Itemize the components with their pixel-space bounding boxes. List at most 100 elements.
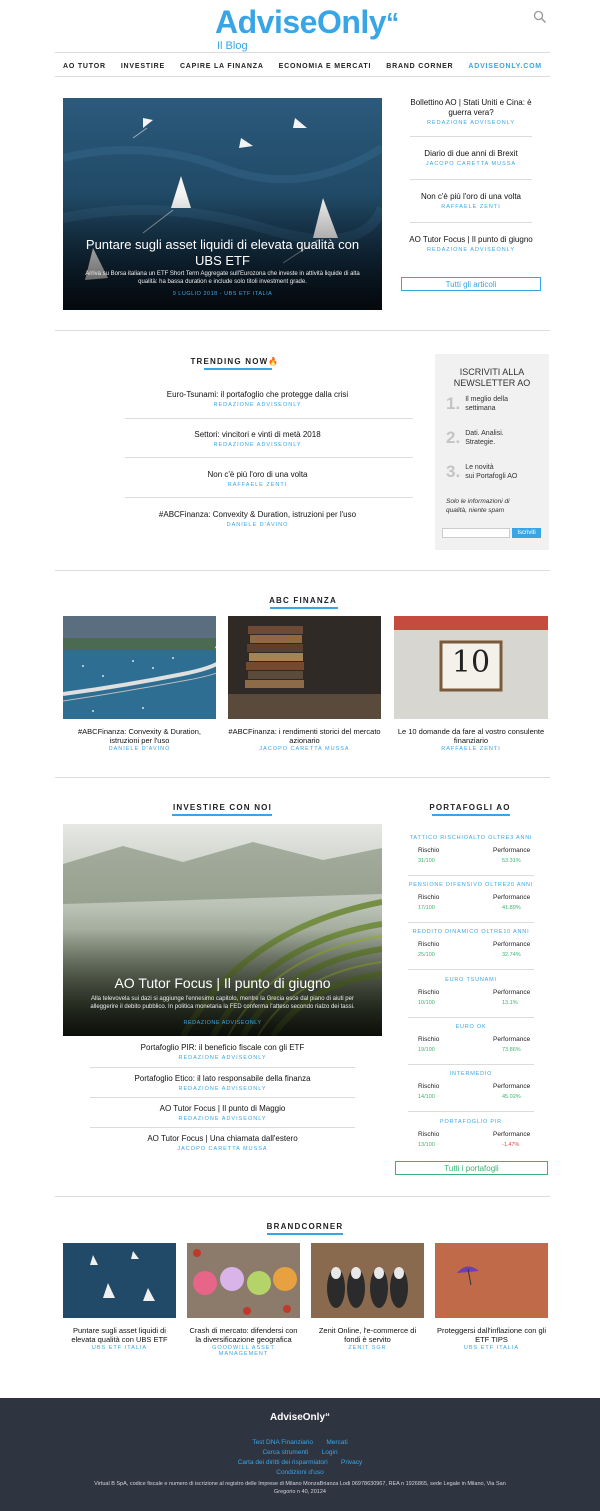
nav-ao-tutor[interactable]: AO TUTOR: [63, 63, 106, 70]
brand-card-author[interactable]: GOODWILL ASSET MANAGEMENT: [187, 1345, 300, 1357]
investire-item-author[interactable]: REDAZIONE ADVISEONLY: [80, 1055, 365, 1061]
hero-article[interactable]: Puntare sugli asset liquidi di elevata q…: [63, 98, 382, 310]
trending-item[interactable]: Non c'è più l'oro di una volta RAFFAELE …: [120, 470, 395, 488]
trending-author[interactable]: DANIELE D'AVINO: [120, 522, 395, 528]
side-article-author[interactable]: RAFFAELE ZENTI: [400, 204, 542, 210]
performance-value: 73.86%: [502, 1047, 521, 1053]
investire-hero[interactable]: AO Tutor Focus | Il punto di giugno Alla…: [63, 824, 382, 1036]
side-article-author[interactable]: REDAZIONE ADVISEONLY: [400, 120, 542, 126]
trending-title[interactable]: Settori: vincitori e vinti di metà 2018: [120, 430, 395, 440]
side-article-author[interactable]: REDAZIONE ADVISEONLY: [400, 247, 542, 253]
brand-card[interactable]: Crash di mercato: difendersi con la dive…: [187, 1326, 300, 1357]
portfolio-name[interactable]: TATTICO RISCHIOALTO OLTRE3 ANNI: [398, 835, 544, 841]
brand-card-author[interactable]: ZENIT SGR: [311, 1345, 424, 1351]
trending-author[interactable]: RAFFAELE ZENTI: [120, 482, 395, 488]
portfolio-item[interactable]: TATTICO RISCHIOALTO OLTRE3 ANNI Rischio …: [398, 835, 544, 873]
footer-logo[interactable]: AdviseOnly“: [0, 1412, 600, 1423]
trending-item[interactable]: Euro-Tsunami: il portafoglio che protegg…: [120, 390, 395, 408]
nav-brand-corner[interactable]: BRAND CORNER: [386, 63, 453, 70]
investire-item[interactable]: Portafoglio Etico: il lato responsabile …: [80, 1074, 365, 1092]
brand-card-title[interactable]: Puntare sugli asset liquidi di elevata q…: [63, 1326, 176, 1344]
newsletter-email-input[interactable]: [442, 528, 510, 538]
trending-author[interactable]: REDAZIONE ADVISEONLY: [120, 442, 395, 448]
trending-title[interactable]: Euro-Tsunami: il portafoglio che protegg…: [120, 390, 395, 400]
trending-title[interactable]: #ABCFinanza: Convexity & Duration, istru…: [120, 510, 395, 520]
trending-author[interactable]: REDAZIONE ADVISEONLY: [120, 402, 395, 408]
side-article-title[interactable]: Bollettino AO | Stati Uniti e Cina: è gu…: [400, 98, 542, 118]
abc-card-image[interactable]: [63, 616, 216, 719]
portfolio-name[interactable]: INTERMEDIO: [398, 1071, 544, 1077]
brand-card[interactable]: Puntare sugli asset liquidi di elevata q…: [63, 1326, 176, 1351]
newsletter-subscribe-button[interactable]: Iscriviti: [512, 528, 541, 538]
logo[interactable]: AdviseOnly“ Il Blog: [215, 4, 415, 52]
search-icon[interactable]: [533, 10, 547, 24]
brand-card-title[interactable]: Zenit Online, l'e-commerce di fondi è se…: [311, 1326, 424, 1344]
trending-item[interactable]: #ABCFinanza: Convexity & Duration, istru…: [120, 510, 395, 528]
all-portfolios-button[interactable]: Tutti i portafogli: [395, 1161, 548, 1175]
abc-card-title[interactable]: #ABCFinanza: i rendimenti storici del me…: [228, 727, 381, 745]
nav-investire[interactable]: INVESTIRE: [121, 63, 165, 70]
trending-item[interactable]: Settori: vincitori e vinti di metà 2018 …: [120, 430, 395, 448]
portfolio-name[interactable]: REDDITO DINAMICO OLTRE10 ANNI: [398, 929, 544, 935]
nav-capire-la-finanza[interactable]: CAPIRE LA FINANZA: [180, 63, 264, 70]
brand-card-image[interactable]: [311, 1243, 424, 1318]
brand-card-title[interactable]: Crash di mercato: difendersi con la dive…: [187, 1326, 300, 1344]
abc-card-title[interactable]: #ABCFinanza: Convexity & Duration, istru…: [63, 727, 216, 745]
portfolio-name[interactable]: PORTAFOGLIO PIR: [398, 1119, 544, 1125]
abc-card-image[interactable]: [228, 616, 381, 719]
brand-card-image[interactable]: [187, 1243, 300, 1318]
abc-card[interactable]: Le 10 domande da fare al vostro consulen…: [394, 727, 548, 752]
brand-card-author[interactable]: UBS ETF ITALIA: [435, 1345, 548, 1351]
investire-item-author[interactable]: REDAZIONE ADVISEONLY: [80, 1086, 365, 1092]
hero-title[interactable]: Puntare sugli asset liquidi di elevata q…: [78, 237, 367, 269]
portfolio-item[interactable]: EURO OK Rischio Performance 19/100 73.86…: [398, 1024, 544, 1062]
side-article[interactable]: Diario di due anni di Brexit JACOPO CARE…: [400, 149, 542, 167]
investire-item-title[interactable]: Portafoglio Etico: il lato responsabile …: [80, 1074, 365, 1084]
brand-card[interactable]: Zenit Online, l'e-commerce di fondi è se…: [311, 1326, 424, 1351]
nav-economia-e-mercati[interactable]: ECONOMIA E MERCATI: [279, 63, 372, 70]
brand-card-author[interactable]: UBS ETF ITALIA: [63, 1345, 176, 1351]
brand-card-title[interactable]: Proteggersi dall'inflazione con gli ETF …: [435, 1326, 548, 1344]
investire-item[interactable]: Portafoglio PIR: il beneficio fiscale co…: [80, 1043, 365, 1061]
side-article-title[interactable]: Non c'è più l'oro di una volta: [400, 192, 542, 202]
investire-item-title[interactable]: AO Tutor Focus | Il punto di Maggio: [80, 1104, 365, 1114]
investire-item[interactable]: AO Tutor Focus | Il punto di Maggio REDA…: [80, 1104, 365, 1122]
performance-label: Performance: [493, 989, 531, 996]
side-article[interactable]: Non c'è più l'oro di una volta RAFFAELE …: [400, 192, 542, 210]
investire-item-title[interactable]: Portafoglio PIR: il beneficio fiscale co…: [80, 1043, 365, 1053]
investire-item[interactable]: AO Tutor Focus | Una chiamata dall'ester…: [80, 1134, 365, 1152]
abc-card-author[interactable]: DANIELE D'AVINO: [63, 746, 216, 752]
abc-card[interactable]: #ABCFinanza: Convexity & Duration, istru…: [63, 727, 216, 752]
trending-title[interactable]: Non c'è più l'oro di una volta: [120, 470, 395, 480]
side-article[interactable]: Bollettino AO | Stati Uniti e Cina: è gu…: [400, 98, 542, 126]
brand-card-image[interactable]: [63, 1243, 176, 1318]
performance-label: Performance: [493, 1036, 531, 1043]
footer-link-condizioni[interactable]: Condizioni d'uso: [276, 1469, 324, 1476]
abc-card-author[interactable]: JACOPO CARETTA MUSSA: [228, 746, 381, 752]
all-articles-button[interactable]: Tutti gli articoli: [401, 277, 541, 291]
side-article[interactable]: AO Tutor Focus | Il punto di giugno REDA…: [400, 235, 542, 253]
portfolio-item[interactable]: EURO TSUNAMI Rischio Performance 10/100 …: [398, 977, 544, 1015]
portfolio-item[interactable]: PORTAFOGLIO PIR Rischio Performance 13/1…: [398, 1119, 544, 1157]
side-article-title[interactable]: AO Tutor Focus | Il punto di giugno: [400, 235, 542, 245]
portfolio-item[interactable]: REDDITO DINAMICO OLTRE10 ANNI Rischio Pe…: [398, 929, 544, 967]
portfolio-name[interactable]: EURO TSUNAMI: [398, 977, 544, 983]
nav-top-divider: [55, 52, 550, 53]
abc-card[interactable]: #ABCFinanza: i rendimenti storici del me…: [228, 727, 381, 752]
brand-card-image[interactable]: [435, 1243, 548, 1318]
side-article-title[interactable]: Diario di due anni di Brexit: [400, 149, 542, 159]
investire-item-author[interactable]: REDAZIONE ADVISEONLY: [80, 1116, 365, 1122]
investire-item-title[interactable]: AO Tutor Focus | Una chiamata dall'ester…: [80, 1134, 365, 1144]
side-article-author[interactable]: JACOPO CARETTA MUSSA: [400, 161, 542, 167]
portfolio-item[interactable]: PENSIONE DIFENSIVO OLTRE20 ANNI Rischio …: [398, 882, 544, 920]
portfolio-name[interactable]: EURO OK: [398, 1024, 544, 1030]
portfolio-item[interactable]: INTERMEDIO Rischio Performance 14/100 45…: [398, 1071, 544, 1109]
investire-item-author[interactable]: JACOPO CARETTA MUSSA: [80, 1146, 365, 1152]
abc-card-title[interactable]: Le 10 domande da fare al vostro consulen…: [394, 727, 548, 745]
abc-card-image[interactable]: 10: [394, 616, 548, 719]
brand-card[interactable]: Proteggersi dall'inflazione con gli ETF …: [435, 1326, 548, 1351]
portfolio-name[interactable]: PENSIONE DIFENSIVO OLTRE20 ANNI: [398, 882, 544, 888]
investire-hero-title[interactable]: AO Tutor Focus | Il punto di giugno: [78, 975, 367, 991]
nav-adviseonly-com[interactable]: ADVISEONLY.COM: [468, 63, 542, 70]
abc-card-author[interactable]: RAFFAELE ZENTI: [394, 746, 548, 752]
